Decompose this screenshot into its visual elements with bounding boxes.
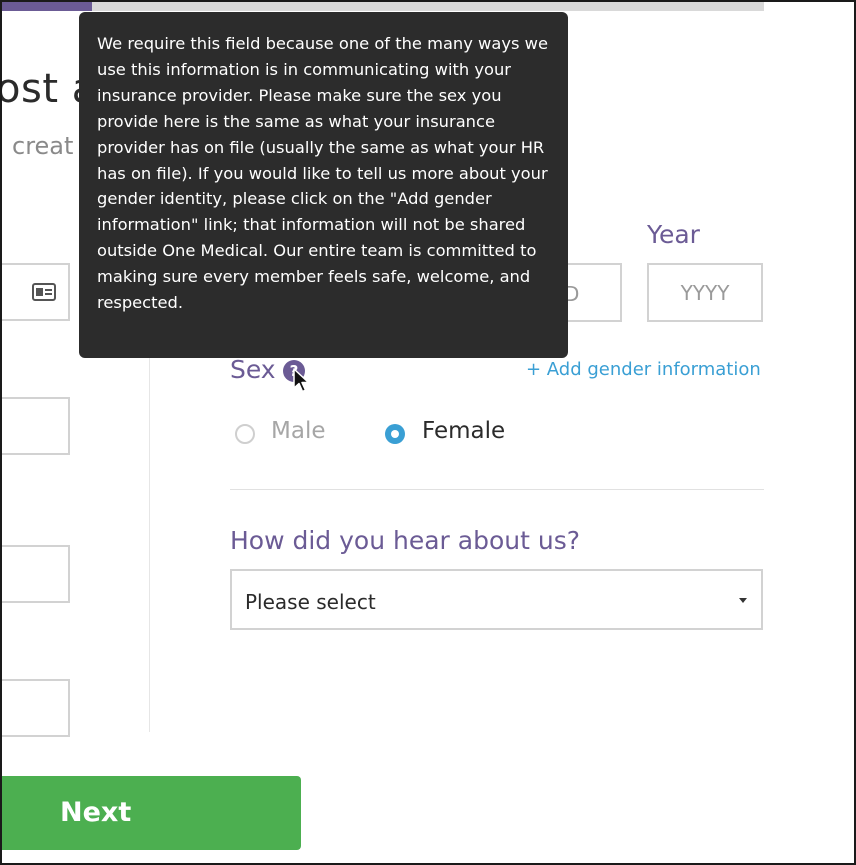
- id-card-icon: [32, 283, 56, 301]
- caret-down-icon: [739, 598, 747, 603]
- column-divider: [149, 332, 150, 732]
- next-button[interactable]: Next: [2, 776, 301, 850]
- progress-bar: [2, 2, 764, 11]
- sex-radio-male[interactable]: [235, 424, 255, 444]
- progress-fill: [2, 2, 92, 11]
- sex-label: Sex: [230, 355, 276, 384]
- add-gender-information-link[interactable]: + Add gender information: [526, 359, 761, 380]
- birth-year-input[interactable]: [647, 263, 763, 322]
- birth-year-label: Year: [647, 220, 700, 249]
- insurance-id-field[interactable]: [2, 263, 70, 321]
- next-button-label: Next: [60, 797, 132, 828]
- sex-help-tooltip: We require this field because one of the…: [79, 12, 568, 358]
- sex-radio-female[interactable]: [385, 424, 405, 444]
- referral-select-value: Please select: [245, 590, 376, 614]
- signup-form-page: ost a creat D Year Sex ? + Add gender in…: [0, 0, 856, 865]
- referral-label: How did you hear about us?: [230, 526, 580, 555]
- page-subtitle: creat: [12, 132, 74, 160]
- left-text-field-3[interactable]: [2, 679, 70, 737]
- mouse-pointer-icon: [293, 368, 310, 393]
- sex-option-female-label[interactable]: Female: [422, 418, 505, 444]
- left-text-field-1[interactable]: [2, 397, 70, 455]
- section-divider: [230, 489, 764, 490]
- referral-select[interactable]: Please select: [230, 569, 763, 630]
- sex-option-male-label[interactable]: Male: [271, 418, 325, 444]
- left-text-field-2[interactable]: [2, 545, 70, 603]
- tooltip-text: We require this field because one of the…: [97, 34, 548, 313]
